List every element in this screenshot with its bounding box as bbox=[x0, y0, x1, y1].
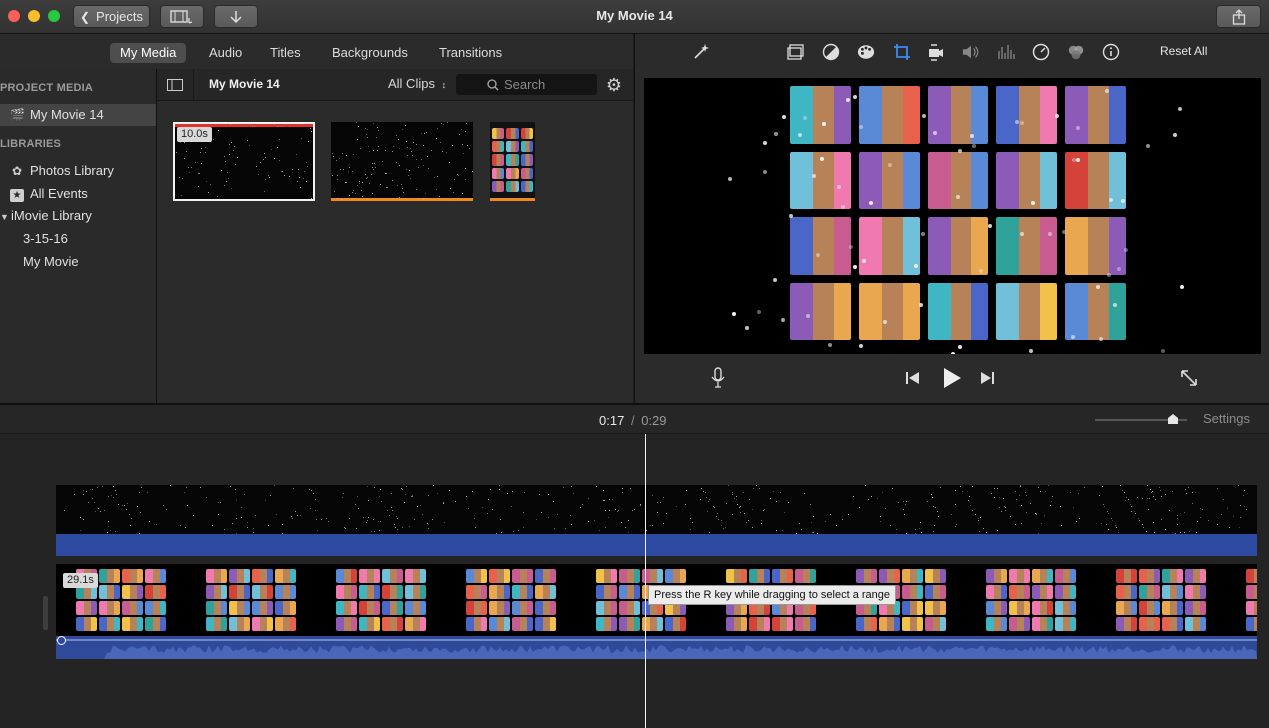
timeline-scroll-handle[interactable] bbox=[43, 596, 48, 630]
share-button[interactable] bbox=[1216, 5, 1261, 28]
timeline-thumbnail bbox=[1115, 568, 1207, 632]
equalizer-icon[interactable] bbox=[997, 43, 1015, 61]
tab-audio[interactable]: Audio bbox=[199, 43, 252, 63]
libraries-sidebar: PROJECT MEDIA 🎬 My Movie 14 LIBRARIES ✿ Ph… bbox=[0, 69, 157, 403]
sidebar-item-label: All Events bbox=[30, 186, 88, 201]
duration-badge: 29.1s bbox=[63, 573, 98, 588]
timeline-header: 0:17 / 0:29 Settings bbox=[0, 405, 1269, 434]
info-icon[interactable] bbox=[1102, 43, 1120, 61]
media-clip-starfield-1[interactable]: 10.0s bbox=[173, 122, 315, 201]
timeline[interactable]: 29.1s Press the R key while dragging to … bbox=[0, 434, 1269, 728]
magic-wand-icon[interactable] bbox=[692, 43, 710, 61]
sidebar-item-my-movie[interactable]: My Movie bbox=[0, 251, 156, 273]
sidebar-item-my-movie-14[interactable]: 🎬 My Movie 14 bbox=[0, 104, 156, 126]
timeline-thumbnail bbox=[335, 568, 427, 632]
sidebar-item-photos-library[interactable]: ✿ Photos Library bbox=[0, 160, 156, 182]
volume-icon[interactable] bbox=[962, 43, 980, 61]
media-tabs-bar: My Media Audio Titles Backgrounds Transi… bbox=[0, 34, 633, 69]
timeline-thumbnail bbox=[1245, 568, 1257, 632]
media-browser: My Movie 14 All Clips ↕ Search ⚙ 10.0s bbox=[157, 69, 633, 403]
share-icon bbox=[1232, 8, 1245, 25]
tab-backgrounds[interactable]: Backgrounds bbox=[322, 43, 418, 63]
libraries-heading: LIBRARIES bbox=[0, 138, 62, 150]
browser-toolbar: My Movie 14 All Clips ↕ Search ⚙ bbox=[157, 69, 633, 101]
clip-thumbnail bbox=[491, 127, 534, 193]
timeline-settings-button[interactable]: Settings bbox=[1203, 411, 1250, 426]
crop-frame-icon[interactable] bbox=[787, 43, 805, 61]
duration-badge: 10.0s bbox=[177, 127, 212, 142]
timeline-thumbnail bbox=[985, 568, 1077, 632]
media-clip-artwork[interactable] bbox=[490, 122, 535, 201]
time-separator: / bbox=[630, 413, 635, 428]
current-time: 0:17 bbox=[599, 413, 625, 428]
media-clip-starfield-2[interactable] bbox=[331, 122, 473, 201]
clip-filter-label: All Clips bbox=[388, 76, 435, 91]
reset-all-button[interactable]: Reset All bbox=[1160, 44, 1207, 58]
tab-my-media[interactable]: My Media bbox=[110, 43, 187, 63]
color-palette-icon[interactable] bbox=[857, 43, 875, 61]
updown-chevron-icon: ↕ bbox=[441, 80, 447, 90]
stabilization-camera-icon[interactable] bbox=[927, 43, 945, 61]
background-audio-bar[interactable] bbox=[56, 534, 1257, 556]
timeline-thumbnail bbox=[465, 568, 557, 632]
sidebar-toggle-button[interactable] bbox=[157, 69, 194, 100]
skip-forward-icon[interactable] bbox=[979, 371, 995, 388]
sidebar-item-label: Photos Library bbox=[30, 163, 114, 178]
search-icon bbox=[487, 79, 499, 91]
sidebar-item-label: My Movie 14 bbox=[30, 107, 104, 122]
tab-transitions[interactable]: Transitions bbox=[429, 43, 512, 63]
photos-icon: ✿ bbox=[11, 164, 23, 178]
search-field[interactable]: Search bbox=[456, 74, 597, 95]
sidebar-item-imovie-library[interactable]: ▼ iMovie Library bbox=[0, 205, 156, 227]
playhead[interactable] bbox=[645, 434, 646, 728]
range-select-tooltip: Press the R key while dragging to select… bbox=[648, 585, 897, 605]
audio-waveform-track[interactable] bbox=[56, 636, 1257, 659]
used-clip-bar bbox=[490, 198, 535, 201]
total-time: 0:29 bbox=[641, 413, 667, 428]
zoom-slider-knob[interactable] bbox=[1167, 413, 1179, 424]
play-icon[interactable] bbox=[942, 367, 962, 392]
audio-waveform bbox=[56, 639, 1257, 659]
timecode: 0:17 / 0:29 bbox=[599, 413, 667, 428]
microphone-icon[interactable] bbox=[711, 367, 725, 392]
preview-image bbox=[708, 78, 1200, 354]
sidebar-item-all-events[interactable]: ★ All Events bbox=[0, 183, 156, 205]
project-media-heading: PROJECT MEDIA bbox=[0, 82, 94, 94]
sidebar-item-3-15-16[interactable]: 3-15-16 bbox=[0, 228, 156, 250]
audio-start-handle[interactable] bbox=[57, 636, 66, 645]
disclosure-triangle-icon[interactable]: ▼ bbox=[0, 206, 11, 228]
viewer-panel bbox=[634, 69, 1269, 403]
background-clip-track[interactable] bbox=[56, 485, 1257, 534]
crop-icon[interactable] bbox=[893, 43, 911, 61]
clapperboard-icon: 🎬 bbox=[10, 108, 25, 122]
gear-icon[interactable]: ⚙ bbox=[604, 75, 624, 95]
zoom-slider[interactable] bbox=[1095, 414, 1187, 424]
browser-project-title: My Movie 14 bbox=[209, 77, 280, 91]
skip-back-icon[interactable] bbox=[905, 371, 921, 388]
color-balance-icon[interactable] bbox=[822, 43, 840, 61]
clip-filter-icon[interactable] bbox=[1067, 43, 1085, 61]
timeline-thumbnail bbox=[205, 568, 297, 632]
clip-filter-dropdown[interactable]: All Clips ↕ bbox=[388, 76, 446, 91]
sidebar-item-label: My Movie bbox=[23, 254, 79, 269]
viewer-toolbar: Reset All bbox=[634, 34, 1269, 69]
sidebar-panel-icon bbox=[167, 78, 183, 91]
sidebar-item-label: 3-15-16 bbox=[23, 231, 68, 246]
sidebar-item-label: iMovie Library bbox=[11, 208, 92, 223]
title-bar: ❮ Projects My Movie 14 bbox=[0, 0, 1269, 34]
tab-titles[interactable]: Titles bbox=[260, 43, 311, 63]
window-title: My Movie 14 bbox=[596, 8, 673, 23]
star-icon: ★ bbox=[10, 189, 24, 202]
video-preview[interactable] bbox=[644, 78, 1261, 354]
speed-gauge-icon[interactable] bbox=[1032, 43, 1050, 61]
fullscreen-icon[interactable] bbox=[1180, 369, 1198, 390]
search-placeholder: Search bbox=[504, 77, 546, 92]
